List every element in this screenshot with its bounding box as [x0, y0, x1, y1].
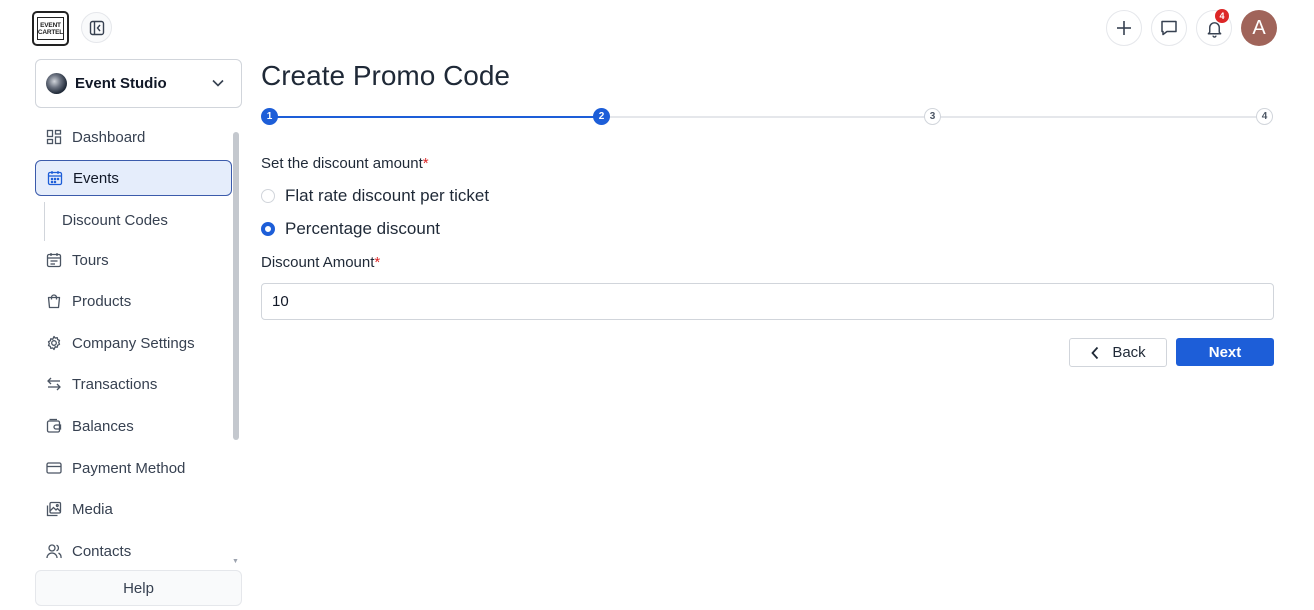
event-cartel-logo[interactable]: EVENT CARTEL: [32, 11, 69, 46]
required-asterisk: *: [374, 254, 381, 271]
option-percentage[interactable]: Percentage discount: [261, 218, 440, 240]
organization-logo: [46, 73, 67, 94]
user-avatar[interactable]: A: [1241, 10, 1277, 46]
sidebar-collapse-icon: [89, 20, 104, 35]
sidebar-item-company-settings[interactable]: Company Settings: [35, 325, 232, 361]
sidebar-item-tours[interactable]: Tours: [35, 242, 232, 278]
organization-switcher[interactable]: Event Studio: [35, 59, 242, 108]
sidebar-scrollbar[interactable]: [232, 130, 239, 568]
sidebar-item-products[interactable]: Products: [35, 283, 232, 319]
sidebar-item-label: Tours: [72, 251, 109, 269]
sidebar-item-label: Events: [73, 169, 119, 187]
sidebar-item-label: Media: [72, 500, 113, 518]
sidebar-item-label: Payment Method: [72, 459, 186, 477]
messages-button[interactable]: [1151, 10, 1187, 46]
percentage-label: Percentage discount: [285, 219, 440, 238]
sidebar-item-media[interactable]: Media: [35, 491, 232, 527]
top-bar: EVENT CARTEL 4 A: [0, 0, 1314, 56]
step-3: 3: [924, 108, 941, 125]
help-button[interactable]: Help: [35, 570, 242, 606]
sidebar-item-label: Dashboard: [72, 128, 146, 146]
discount-type-label-text: Set the discount amount: [261, 155, 423, 172]
organization-name: Event Studio: [75, 75, 167, 92]
required-asterisk: *: [422, 155, 429, 172]
add-button[interactable]: [1106, 10, 1142, 46]
back-button[interactable]: Back: [1069, 338, 1167, 367]
chevron-left-icon: [1091, 346, 1099, 359]
logo-line-1: EVENT: [40, 21, 61, 29]
submenu-rail: [44, 202, 45, 241]
chat-icon: [1161, 20, 1177, 36]
notifications-button[interactable]: 4: [1196, 9, 1232, 46]
sidebar-subitem-discount-codes[interactable]: Discount Codes: [62, 205, 168, 235]
sidebar-item-transactions[interactable]: Transactions: [35, 366, 232, 402]
dashboard-icon: [46, 129, 62, 145]
next-button[interactable]: Next: [1176, 338, 1274, 366]
back-button-label: Back: [1112, 344, 1146, 361]
sidebar-item-contacts[interactable]: Contacts: [35, 533, 232, 569]
users-icon: [46, 543, 62, 559]
plus-icon: [1117, 21, 1131, 35]
calendar-icon: [47, 170, 63, 186]
scroll-down-arrow-icon[interactable]: ▼: [232, 558, 239, 565]
stepper-line-complete: [270, 116, 602, 118]
percentage-radio[interactable]: [261, 222, 275, 236]
discount-amount-label-text: Discount Amount: [261, 254, 375, 271]
discount-amount-label: Discount Amount*: [261, 254, 380, 271]
flat-rate-radio[interactable]: [261, 189, 275, 203]
sidebar-scrollbar-thumb[interactable]: [233, 132, 239, 440]
calendar-list-icon: [46, 252, 62, 268]
flat-rate-label: Flat rate discount per ticket: [285, 186, 490, 205]
logo-line-2: CARTEL: [37, 28, 64, 36]
step-4: 4: [1256, 108, 1273, 125]
step-1: 1: [261, 108, 278, 125]
sidebar-collapse-button[interactable]: [81, 12, 112, 43]
option-flat-rate[interactable]: Flat rate discount per ticket: [261, 185, 489, 207]
sidebar-item-events[interactable]: Events: [35, 160, 232, 196]
gear-icon: [46, 335, 62, 351]
step-2: 2: [593, 108, 610, 125]
chevron-down-icon: [212, 79, 224, 87]
wallet-icon: [46, 418, 62, 434]
shopping-bag-icon: [46, 293, 62, 309]
notification-count-badge: 4: [1215, 9, 1229, 23]
arrows-exchange-icon: [46, 376, 62, 392]
sidebar-item-label: Company Settings: [72, 334, 195, 352]
discount-amount-input[interactable]: [261, 283, 1274, 320]
images-icon: [46, 501, 62, 517]
page-title: Create Promo Code: [261, 60, 511, 91]
sidebar-item-dashboard[interactable]: Dashboard: [35, 119, 232, 155]
sidebar: Event Studio Dashboard Events Discount C…: [0, 56, 250, 610]
sidebar-item-label: Transactions: [72, 375, 158, 393]
discount-type-label: Set the discount amount*: [261, 155, 429, 172]
sidebar-item-payment-method[interactable]: Payment Method: [35, 450, 232, 486]
credit-card-icon: [46, 460, 62, 476]
sidebar-item-label: Products: [72, 292, 132, 310]
sidebar-item-balances[interactable]: Balances: [35, 408, 232, 444]
sidebar-item-label: Contacts: [72, 542, 132, 560]
sidebar-item-label: Balances: [72, 417, 134, 435]
progress-stepper: 1 2 3 4: [261, 108, 1274, 126]
